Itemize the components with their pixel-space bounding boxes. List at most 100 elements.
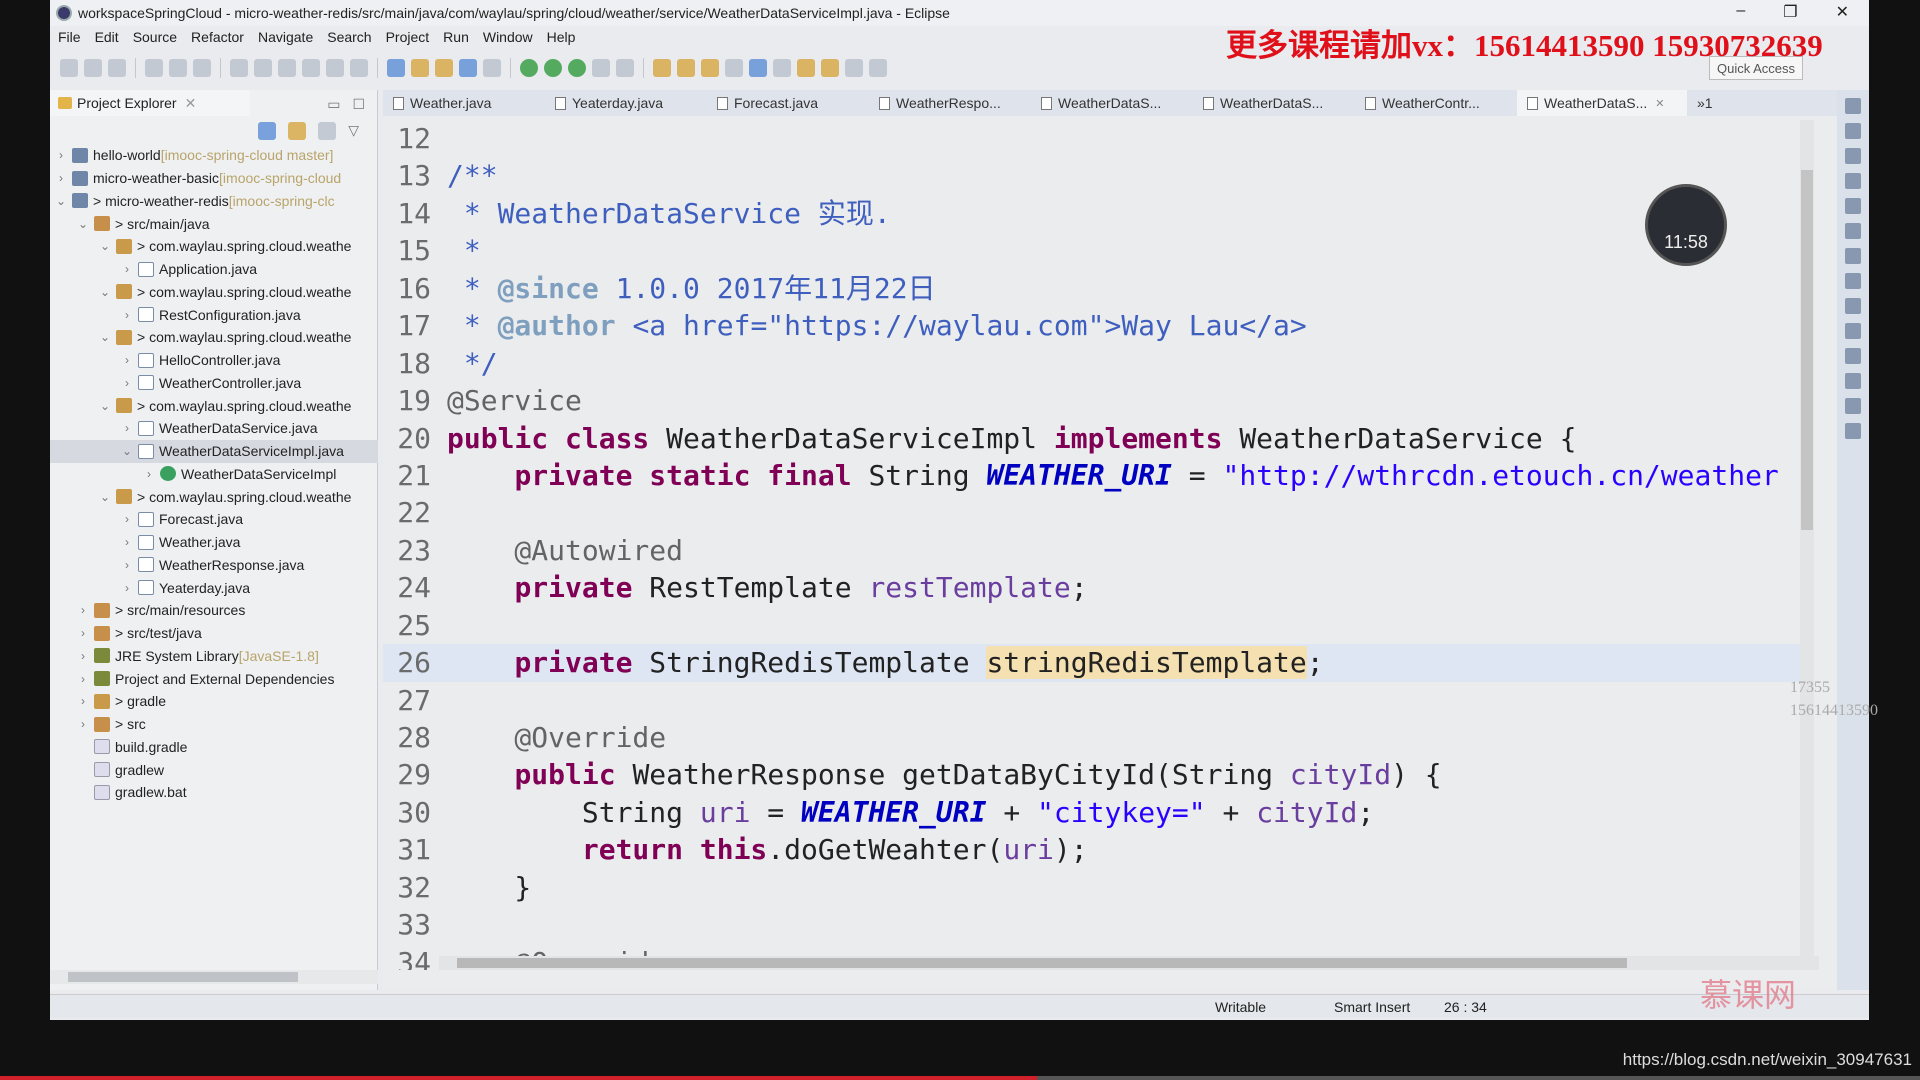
editor-tab[interactable]: Forecast.java [707,90,869,116]
view-shortcut-icon[interactable] [1845,323,1861,339]
chevron-down-icon[interactable]: ⌄ [98,490,112,504]
close-icon[interactable]: ✕ [185,95,197,112]
menu-source[interactable]: Source [133,29,177,45]
tree-item[interactable]: › micro-weather-basic [imooc-spring-cloud [50,167,378,190]
menu-search[interactable]: Search [327,29,371,45]
toolbar-button-icon[interactable] [254,59,272,77]
menu-run[interactable]: Run [443,29,469,45]
view-shortcut-icon[interactable] [1845,223,1861,239]
toolbar-button-icon[interactable] [592,59,610,77]
toolbar-button-icon[interactable] [869,59,887,77]
toolbar-button-icon[interactable] [677,59,695,77]
menu-edit[interactable]: Edit [95,29,119,45]
toolbar-button-icon[interactable] [60,59,78,77]
view-shortcut-icon[interactable] [1845,123,1861,139]
editor-tab[interactable]: WeatherContr... [1355,90,1517,116]
close-tab-icon[interactable]: ✕ [1655,97,1664,110]
view-shortcut-icon[interactable] [1845,423,1861,439]
toolbar-button-icon[interactable] [845,59,863,77]
view-shortcut-icon[interactable] [1845,348,1861,364]
chevron-right-icon[interactable]: › [76,672,90,686]
chevron-down-icon[interactable]: ⌄ [120,444,134,458]
toolbar-button-icon[interactable] [193,59,211,77]
chevron-down-icon[interactable]: ⌄ [98,239,112,253]
chevron-down-icon[interactable]: ⌄ [98,330,112,344]
toolbar-button-icon[interactable] [278,59,296,77]
tree-item[interactable]: › WeatherDataServiceImpl [50,463,378,486]
tree-item[interactable]: ⌄ > micro-weather-redis [imooc-spring-clc [50,190,378,213]
project-explorer-tab[interactable]: Project Explorer ✕ [50,90,250,116]
code-editor[interactable]: 12 13/** 14 * WeatherDataService 实现. 15 * 16… [383,120,1803,970]
toolbar-button-icon[interactable] [544,59,562,77]
chevron-right-icon[interactable]: › [120,581,134,595]
tree-item[interactable]: › Project and External Dependencies [50,667,378,690]
tree-item[interactable]: gradlew [50,758,378,781]
menu-project[interactable]: Project [386,29,430,45]
maximize-view-icon[interactable]: ☐ [352,96,365,113]
chevron-right-icon[interactable]: › [120,535,134,549]
video-progress-bar[interactable] [0,1076,1920,1080]
toolbar-button-icon[interactable] [653,59,671,77]
tree-item[interactable]: › WeatherController.java [50,372,378,395]
chevron-right-icon[interactable]: › [54,171,68,185]
toolbar-button-icon[interactable] [302,59,320,77]
toolbar-button-icon[interactable] [84,59,102,77]
menu-help[interactable]: Help [547,29,576,45]
view-shortcut-icon[interactable] [1845,248,1861,264]
toolbar-button-icon[interactable] [725,59,743,77]
toolbar-button-icon[interactable] [169,59,187,77]
view-shortcut-icon[interactable] [1845,173,1861,189]
collapse-all-icon[interactable] [258,122,277,140]
tree-item[interactable]: ⌄ > com.waylau.spring.cloud.weathe [50,394,378,417]
filter-icon[interactable] [318,122,337,140]
toolbar-button-icon[interactable] [520,59,538,77]
tree-item[interactable]: › > gradle [50,690,378,713]
restore-button[interactable]: ❐ [1783,2,1797,22]
view-shortcut-icon[interactable] [1845,373,1861,389]
menu-file[interactable]: File [58,29,81,45]
toolbar-button-icon[interactable] [749,59,767,77]
view-shortcut-icon[interactable] [1845,273,1861,289]
tree-item[interactable]: ⌄ > src/main/java [50,212,378,235]
tree-item[interactable]: › WeatherResponse.java [50,554,378,577]
toolbar-button-icon[interactable] [483,59,501,77]
close-button[interactable]: ✕ [1836,2,1849,22]
chevron-right-icon[interactable]: › [120,558,134,572]
menu-window[interactable]: Window [483,29,533,45]
minimize-button[interactable]: – [1736,2,1745,22]
toolbar-button-icon[interactable] [435,59,453,77]
toolbar-button-icon[interactable] [568,59,586,77]
tab-overflow-button[interactable]: »1 [1687,90,1727,116]
chevron-down-icon[interactable]: ⌄ [76,217,90,231]
tree-item[interactable]: ⌄ > com.waylau.spring.cloud.weathe [50,485,378,508]
view-shortcut-icon[interactable] [1845,398,1861,414]
tree-item[interactable]: › > src/main/resources [50,599,378,622]
editor-tab[interactable]: Weather.java [383,90,545,116]
chevron-right-icon[interactable]: › [120,353,134,367]
chevron-down-icon[interactable]: ⌄ [98,285,112,299]
menu-navigate[interactable]: Navigate [258,29,313,45]
toolbar-button-icon[interactable] [459,59,477,77]
tree-item[interactable]: build.gradle [50,736,378,759]
view-shortcut-icon[interactable] [1845,198,1861,214]
tree-item[interactable]: ⌄ WeatherDataServiceImpl.java [50,439,378,463]
chevron-right-icon[interactable]: › [54,148,68,162]
toolbar-button-icon[interactable] [773,59,791,77]
editor-vertical-scrollbar[interactable] [1800,120,1814,970]
toolbar-button-icon[interactable] [821,59,839,77]
tree-item[interactable]: › Forecast.java [50,508,378,531]
tree-item[interactable]: › JRE System Library [JavaSE-1.8] [50,645,378,668]
toolbar-button-icon[interactable] [616,59,634,77]
editor-tab[interactable]: WeatherRespo... [869,90,1031,116]
chevron-right-icon[interactable]: › [120,512,134,526]
chevron-right-icon[interactable]: › [76,717,90,731]
chevron-right-icon[interactable]: › [120,376,134,390]
tree-item[interactable]: › > src/test/java [50,622,378,645]
minimize-view-icon[interactable]: ▭ [327,96,340,113]
toolbar-button-icon[interactable] [145,59,163,77]
editor-tab[interactable]: WeatherDataS... [1031,90,1193,116]
editor-tab[interactable]: WeatherDataS... ✕ [1517,90,1687,116]
chevron-right-icon[interactable]: › [120,262,134,276]
tree-item[interactable]: › Application.java [50,258,378,281]
view-shortcut-icon[interactable] [1845,98,1861,114]
